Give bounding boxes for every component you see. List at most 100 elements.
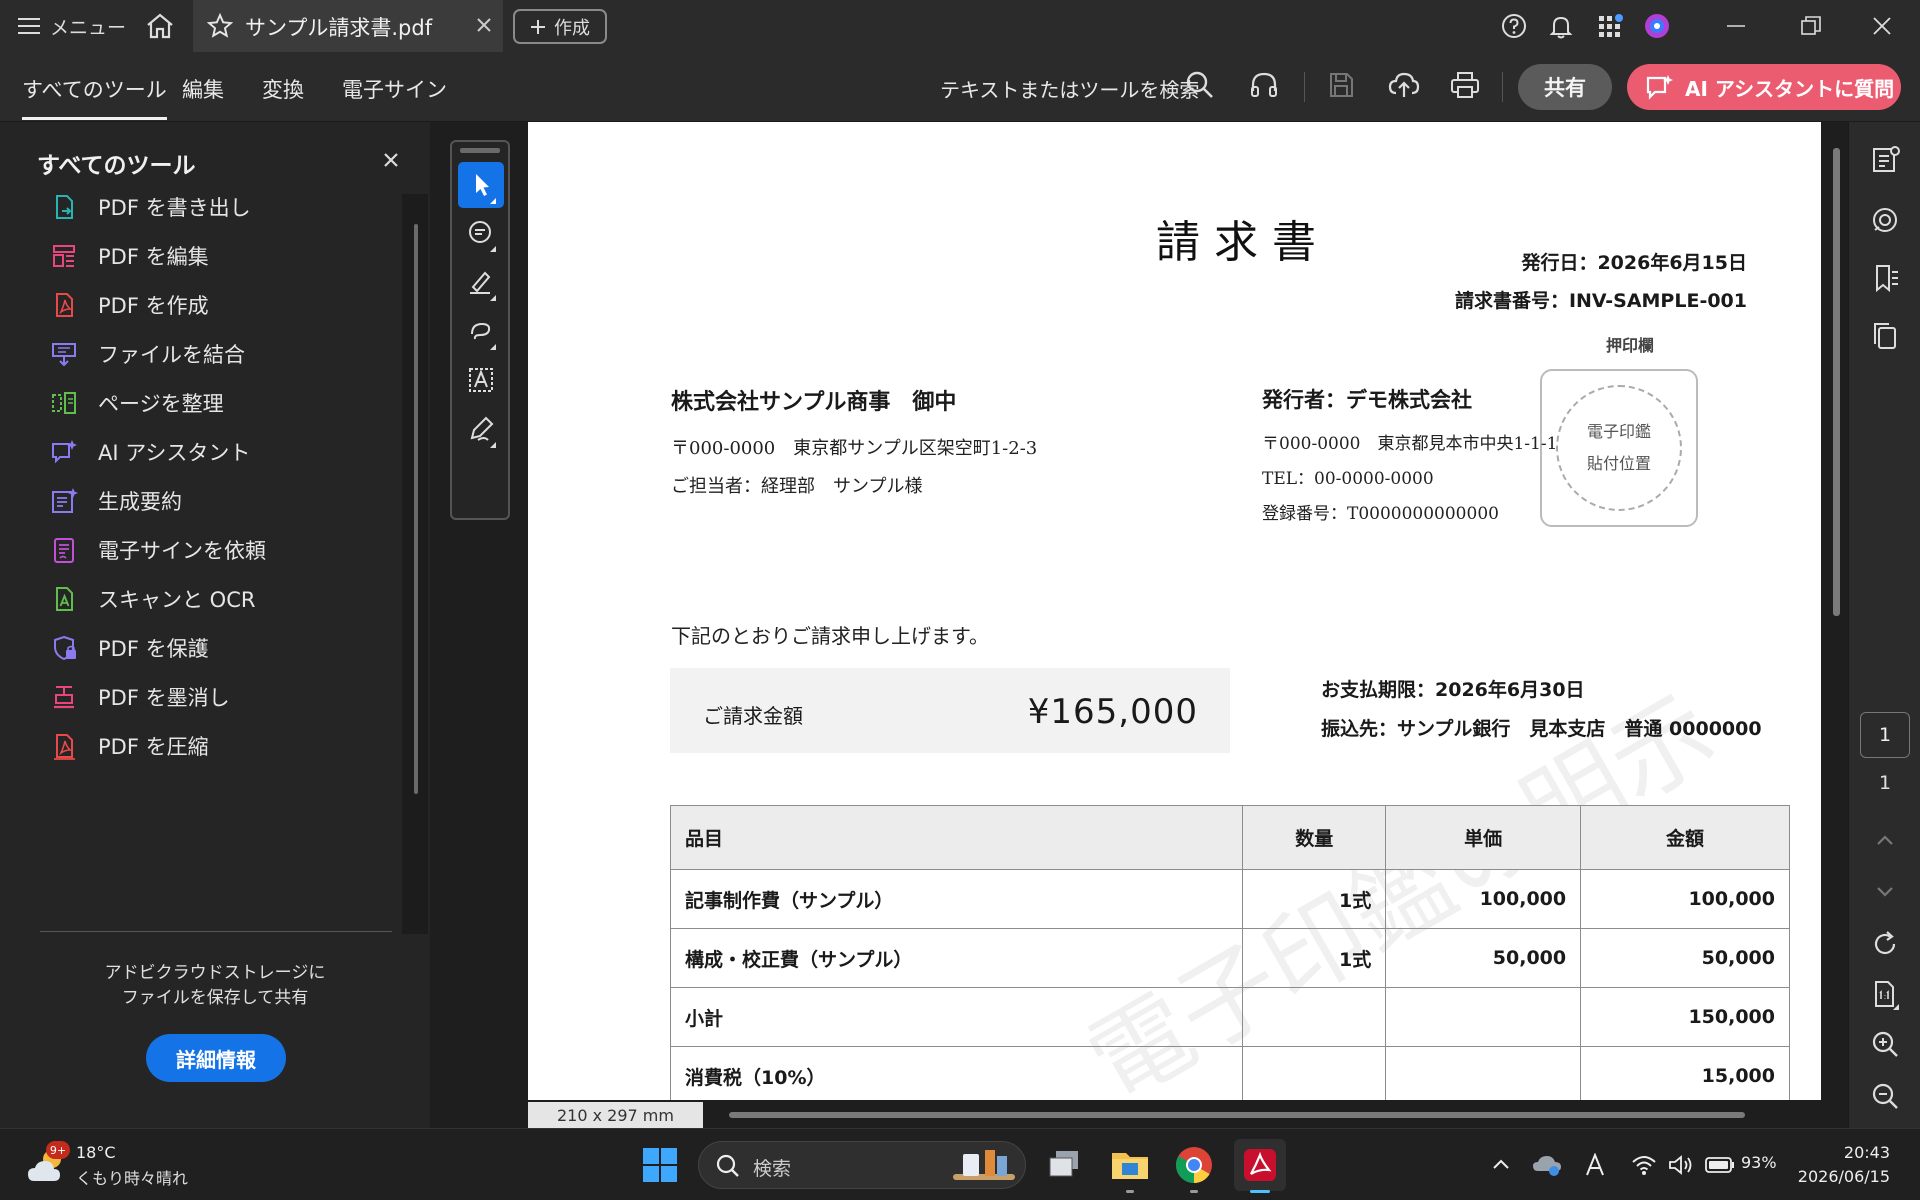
volume-icon[interactable] [1668,1154,1694,1176]
tool-item[interactable]: PDF を保護 [50,628,209,668]
thumbnails-button[interactable] [1869,320,1901,352]
horizontal-scrollbar[interactable] [703,1102,1821,1128]
comments-panel-button[interactable] [1869,144,1901,176]
apps-button[interactable] [1597,12,1627,40]
start-button[interactable] [634,1139,686,1191]
search-button[interactable] [1184,69,1220,105]
print-button[interactable] [1449,69,1485,105]
create-button[interactable]: 作成 [513,9,607,44]
zoom-out-button[interactable] [1869,1080,1901,1112]
share-button[interactable]: 共有 [1518,64,1612,110]
taskbar-search[interactable]: 検索 [698,1141,1026,1189]
tab-edit[interactable]: 編集 [182,74,224,104]
home-icon [147,13,173,39]
weather-condition: くもり時々晴れ [76,1169,189,1188]
tool-item[interactable]: スキャンと OCR [50,579,255,619]
save-button[interactable] [1325,69,1361,105]
tab-all-tools[interactable]: すべてのツール [22,74,167,120]
tool-item[interactable]: PDF を書き出し [50,187,251,227]
previous-page-button[interactable] [1869,825,1901,857]
wifi-icon[interactable] [1631,1154,1657,1176]
tool-item[interactable]: ページを整理 [50,383,224,423]
panel-divider [40,931,392,932]
highlighter-icon [470,271,496,301]
select-tool[interactable] [458,162,504,208]
scrollbar-thumb[interactable] [1833,148,1840,616]
help-button[interactable] [1500,12,1530,40]
upload-button[interactable] [1387,69,1423,105]
read-aloud-button[interactable] [1248,69,1284,105]
running-indicator [1190,1190,1198,1193]
bookmarks-button[interactable] [1869,262,1901,294]
menu-button[interactable]: メニュー [18,12,126,40]
weather-widget[interactable]: 9+ 18°C くもり時々晴れ [26,1139,206,1191]
chevron-up-icon[interactable] [1490,1154,1512,1176]
sign-tool[interactable] [458,406,504,452]
headphones-icon [1251,72,1277,97]
panel-scrollbar[interactable] [402,194,428,934]
scrollbar-thumb[interactable] [414,224,418,794]
rotate-button[interactable] [1869,928,1901,960]
table-row: 消費税（10%） 15,000 [669,1046,1790,1100]
save-icon [1330,73,1353,97]
close-window-button[interactable] [1868,12,1898,40]
ai-assistant-button[interactable]: AI アシスタントに質問 [1627,64,1901,110]
acrobat-button[interactable] [1234,1139,1286,1193]
storage-note: アドビクラウドストレージに ファイルを保存して共有 [0,961,430,1011]
draw-tool[interactable] [458,308,504,354]
vertical-scrollbar[interactable] [1828,122,1848,1128]
file-explorer-button[interactable] [1104,1139,1156,1193]
close-panel-icon[interactable] [381,150,401,170]
text-tool[interactable] [458,357,504,403]
tool-item[interactable]: PDF を圧縮 [50,726,209,766]
cell-item: 消費税（10%） [669,1046,1244,1100]
close-tab-icon[interactable] [473,14,495,36]
tool-label: スキャンと OCR [98,588,256,612]
avatar-icon [1645,14,1669,38]
restore-icon [1801,16,1821,35]
profile-avatar[interactable] [1643,12,1673,40]
system-clock[interactable]: 20:43 2026/06/15 [1770,1141,1890,1189]
tool-item[interactable]: ファイルを結合 [50,334,245,374]
total-pages: 1 [1878,772,1892,794]
tool-item[interactable]: AI アシスタント [50,432,250,472]
onedrive-icon[interactable] [1532,1153,1562,1177]
tool-item[interactable]: PDF を編集 [50,236,209,276]
current-page-input[interactable]: 1 [1860,712,1910,758]
search-highlight-icon [953,1150,1015,1180]
scrollbar-thumb[interactable] [729,1112,1745,1118]
zoom-in-button[interactable] [1869,1028,1901,1060]
cell-amount: 50,000 [1580,928,1790,988]
toolbar-grip[interactable] [460,148,500,153]
notifications-button[interactable] [1547,12,1577,40]
page-fit-button[interactable] [1869,978,1901,1010]
tab-convert[interactable]: 変換 [262,74,304,104]
right-rail: 1 1 [1848,122,1920,1128]
battery-icon[interactable] [1705,1156,1735,1174]
tool-label: 電子サインを依頼 [98,539,266,563]
tool-item[interactable]: 電子サインを依頼 [50,530,266,570]
task-view-button[interactable] [1038,1139,1090,1191]
document-tab[interactable]: サンプル請求書.pdf [193,0,503,52]
cell-unit-price: 100,000 [1385,869,1582,929]
highlight-tool[interactable] [458,259,504,305]
weather-badge: 9+ [46,1141,70,1159]
chevron-up-icon [1877,835,1893,845]
cloud-upload-icon [1388,72,1420,97]
star-icon[interactable] [207,13,233,39]
restore-button[interactable] [1797,12,1827,40]
ai-chat-panel-button[interactable] [1869,204,1901,236]
tool-item[interactable]: 生成要約 [50,481,182,521]
comment-tool[interactable] [458,210,504,256]
next-page-button[interactable] [1869,875,1901,907]
home-button[interactable] [145,12,179,40]
tab-esign[interactable]: 電子サイン [342,74,447,104]
search-tools-label[interactable]: テキストまたはツールを検索 [940,74,1199,103]
tool-item[interactable]: PDF を墨消し [50,677,230,717]
more-info-button[interactable]: 詳細情報 [146,1034,286,1082]
chrome-button[interactable] [1168,1139,1220,1193]
pen-ime-icon[interactable] [1583,1153,1607,1177]
tab-title: サンプル請求書.pdf [245,16,433,40]
tool-item[interactable]: PDF を作成 [50,285,209,325]
minimize-button[interactable] [1722,12,1752,40]
